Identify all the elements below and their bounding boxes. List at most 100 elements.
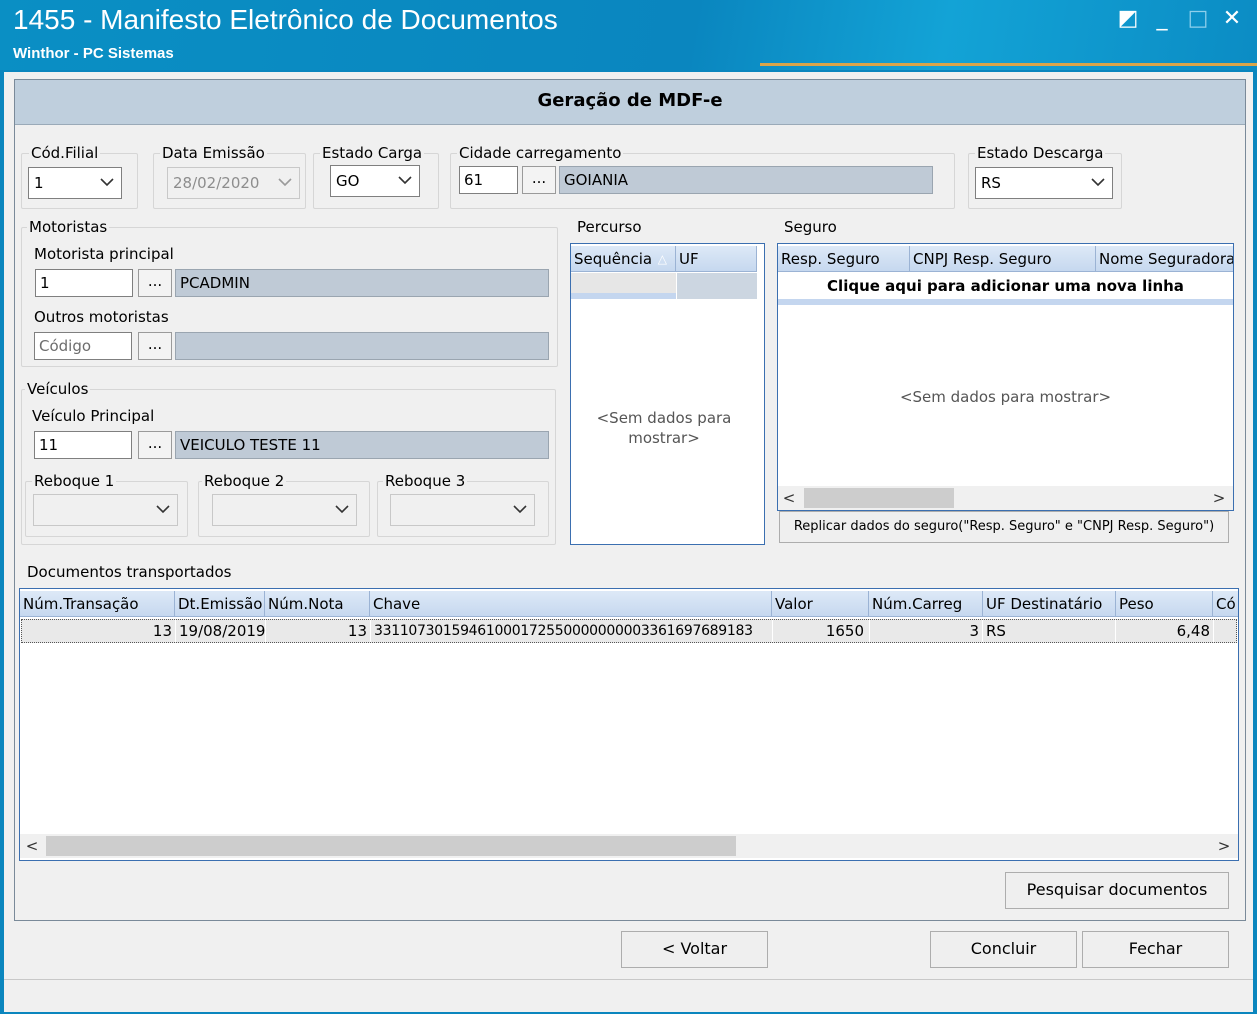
cidade-label: Cidade carregamento [457,144,624,162]
chevron-down-icon [100,178,114,187]
motorista-principal-label: Motorista principal [34,245,174,263]
chevron-down-icon [156,505,170,514]
scroll-right-icon[interactable]: > [1215,834,1233,858]
col-num-transacao[interactable]: Núm.Transação [20,591,175,617]
voltar-button[interactable]: < Voltar [621,931,768,968]
documentos-label: Documentos transportados [25,563,234,581]
percurso-new-row[interactable] [571,273,757,299]
cell-num-nota: 13 [266,620,371,642]
data-emissao-picker[interactable]: 28/02/2020 [167,167,300,199]
cell-valor: 1650 [773,620,870,642]
form-heading: Geração de MDF-e [15,80,1245,125]
motoristas-label: Motoristas [27,218,110,236]
reboque-3-label: Reboque 3 [383,472,468,490]
documentos-header: Núm.Transação Dt.Emissão Núm.Nota Chave … [20,591,1238,617]
seguro-add-row[interactable]: Clique aqui para adicionar uma nova linh… [778,273,1233,305]
percurso-empty-text: <Sem dados para mostrar> [596,409,732,447]
col-num-carreg[interactable]: Núm.Carreg [869,591,983,617]
outros-motoristas-name [175,332,549,360]
col-peso[interactable]: Peso [1116,591,1213,617]
veiculo-principal-input[interactable]: 11 [34,431,132,459]
estado-carga-label: Estado Carga [320,144,425,162]
seguro-grid[interactable]: Resp. Seguro CNPJ Resp. Seguro Nome Segu… [777,243,1234,511]
col-dt-emissao[interactable]: Dt.Emissão [175,591,265,617]
veiculos-label: Veículos [25,380,91,398]
fechar-button[interactable]: Fechar [1082,931,1229,968]
col-nome-seguradora[interactable]: Nome Seguradora [1096,246,1233,272]
scroll-right-icon[interactable]: > [1210,486,1228,510]
seguro-empty-text: <Sem dados para mostrar> [899,388,1112,406]
chevron-down-icon [513,505,527,514]
seguro-label: Seguro [782,218,839,236]
table-row[interactable]: 13 19/08/2019 13 33110730159461000172550… [21,619,1237,643]
window-title: 1455 - Manifesto Eletrônico de Documento… [13,4,558,35]
motorista-lookup-button[interactable]: ... [138,269,172,297]
data-emissao-value: 28/02/2020 [173,174,260,192]
chevron-down-icon [278,178,292,187]
seguro-scroll-thumb[interactable] [804,488,954,508]
estado-descarga-value: RS [981,174,1001,192]
col-chave[interactable]: Chave [370,591,772,617]
col-uf[interactable]: UF [676,246,757,272]
scroll-left-icon[interactable]: < [23,834,41,858]
documentos-scroll-thumb[interactable] [46,836,736,856]
reboque-2-select[interactable] [212,494,357,526]
veiculo-principal-label: Veículo Principal [32,407,155,425]
outros-motoristas-label: Outros motoristas [34,308,169,326]
percurso-new-row-uf[interactable] [676,273,757,299]
window-subtitle: Winthor - PC Sistemas [13,45,174,62]
col-uf-destinatario[interactable]: UF Destinatário [983,591,1116,617]
estado-carga-select[interactable]: GO [330,165,420,197]
veiculo-lookup-button[interactable]: ... [138,431,172,459]
motorista-principal-name: PCADMIN [175,269,549,297]
cod-filial-select[interactable]: 1 [28,167,122,199]
cidade-name-field: GOIANIA [559,166,933,194]
chevron-down-icon [1091,178,1105,187]
percurso-grid[interactable]: Sequência △ UF <Sem dados para mostrar> [570,243,765,545]
col-cod[interactable]: Có [1213,591,1238,617]
percurso-label: Percurso [575,218,644,236]
cidade-code-input[interactable]: 61 [459,166,518,194]
percurso-header: Sequência △ UF [571,246,757,272]
cell-num-carreg: 3 [870,620,983,642]
estado-descarga-select[interactable]: RS [975,167,1113,199]
data-emissao-label: Data Emissão [160,144,267,162]
restore-icon[interactable]: ◩ [1116,8,1140,32]
replicar-seguro-button[interactable]: Replicar dados do seguro("Resp. Seguro" … [779,511,1229,543]
cell-dt-emissao: 19/08/2019 [176,620,266,642]
close-button[interactable]: ✕ [1220,8,1244,32]
sort-ascending-icon: △ [657,252,667,266]
col-valor[interactable]: Valor [772,591,869,617]
outros-lookup-button[interactable]: ... [138,332,172,360]
outros-motoristas-input[interactable]: Código [34,332,132,360]
chevron-down-icon [398,176,412,185]
status-bar [4,979,1253,1012]
documentos-grid[interactable]: Núm.Transação Dt.Emissão Núm.Nota Chave … [19,588,1239,861]
pesquisar-documentos-button[interactable]: Pesquisar documentos [1005,872,1229,909]
motorista-principal-input[interactable]: 1 [35,269,133,297]
chevron-down-icon [335,505,349,514]
maximize-button[interactable]: □ [1186,8,1210,32]
documentos-hscrollbar[interactable]: < > [20,834,1238,858]
cidade-lookup-button[interactable]: ... [522,166,556,194]
seguro-hscrollbar[interactable]: < > [778,486,1233,510]
estado-carga-value: GO [336,172,360,190]
cell-peso: 6,48 [1116,620,1214,642]
cell-chave: 3311073015946100017255000000000336169768… [371,620,773,642]
cod-filial-label: Cód.Filial [29,144,101,162]
col-cnpj-resp-seguro[interactable]: CNPJ Resp. Seguro [910,246,1096,272]
col-resp-seguro[interactable]: Resp. Seguro [778,246,910,272]
seguro-header: Resp. Seguro CNPJ Resp. Seguro Nome Segu… [778,246,1233,272]
reboque-1-label: Reboque 1 [32,472,117,490]
reboque-1-select[interactable] [33,494,178,526]
reboque-2-label: Reboque 2 [202,472,287,490]
minimize-button[interactable]: _ [1150,8,1174,32]
col-num-nota[interactable]: Núm.Nota [265,591,370,617]
scroll-left-icon[interactable]: < [780,486,798,510]
cell-num-transacao: 13 [22,620,176,642]
reboque-3-select[interactable] [390,494,535,526]
concluir-button[interactable]: Concluir [930,931,1077,968]
col-sequencia[interactable]: Sequência △ [571,246,676,272]
veiculo-principal-name: VEICULO TESTE 11 [175,431,549,459]
cod-filial-value: 1 [34,174,44,192]
